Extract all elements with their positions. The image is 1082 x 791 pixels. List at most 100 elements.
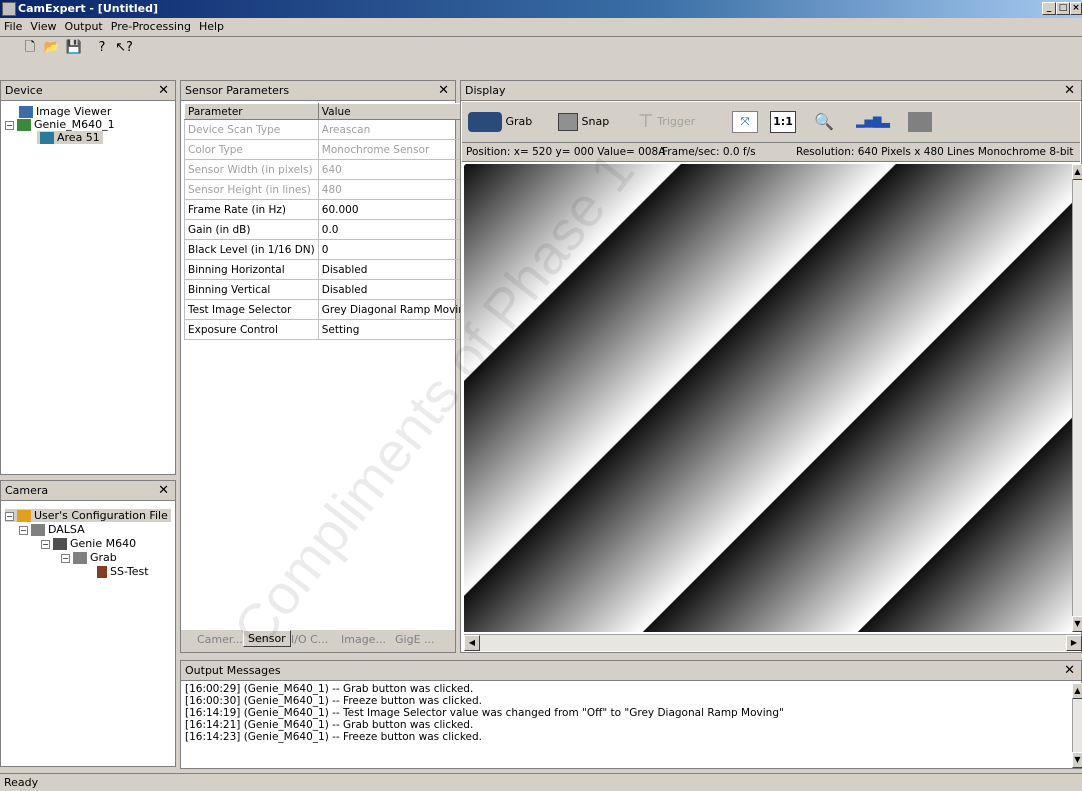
grab-button[interactable]: Grab — [468, 108, 540, 136]
tab-sensor[interactable]: Sensor — [243, 630, 291, 647]
close-icon[interactable]: ✕ — [158, 83, 169, 98]
stop-icon[interactable] — [908, 112, 932, 132]
menu-file[interactable]: File — [0, 18, 26, 35]
parameter-value[interactable]: 0 — [317, 239, 476, 260]
table-row[interactable]: Device Scan Type Areascan — [184, 119, 476, 140]
output-log: [16:00:29] (Genie_M640_1) -- Grab button… — [185, 683, 784, 743]
log-line: [16:14:23] (Genie_M640_1) -- Freeze butt… — [185, 731, 482, 743]
parameter-name: Sensor Width (in pixels) — [184, 159, 319, 180]
display-panel-header: Display ✕ — [461, 81, 1081, 101]
parameter-name: Frame Rate (in Hz) — [184, 199, 319, 220]
output-scrollbar[interactable]: ▲ ▼ — [1072, 683, 1082, 768]
parameter-value[interactable]: 640 — [317, 159, 476, 180]
help-icon[interactable]: ? — [92, 39, 112, 57]
vertical-scrollbar[interactable]: ▲ ▼ — [1072, 164, 1082, 632]
collapse-icon[interactable]: − — [5, 511, 14, 521]
output-panel-header: Output Messages ✕ — [181, 661, 1081, 681]
collapse-icon[interactable]: − — [61, 553, 70, 563]
tab-camera[interactable]: Camer... — [197, 633, 243, 646]
scroll-left-icon[interactable]: ◀ — [464, 635, 480, 651]
table-row[interactable]: Frame Rate (in Hz) 60.000 — [184, 199, 476, 220]
tree-item-ss-test[interactable]: SS-Test — [97, 565, 149, 578]
new-file-icon[interactable]: 🗋 — [20, 39, 40, 57]
maximize-button[interactable]: □ — [1056, 2, 1070, 15]
image-display-area[interactable] — [464, 164, 1072, 632]
parameter-value[interactable]: 0.0 — [317, 219, 476, 240]
tab-gige[interactable]: GigE ... — [395, 633, 435, 646]
tree-item-users-config-file[interactable]: − User's Configuration File — [5, 509, 171, 522]
collapse-icon[interactable]: − — [41, 539, 50, 549]
tree-item-genie-m640-1[interactable]: − Genie_M640_1 — [5, 118, 115, 131]
tab-io-controls[interactable]: I/O C... — [291, 633, 328, 646]
open-folder-icon[interactable]: 📂 — [42, 39, 62, 57]
parameter-value[interactable]: 480 — [317, 179, 476, 200]
parameter-value[interactable]: Grey Diagonal Ramp Moving — [317, 299, 476, 320]
scroll-down-icon[interactable]: ▼ — [1072, 616, 1082, 632]
folder-icon — [73, 552, 87, 564]
context-help-icon[interactable]: ↖? — [114, 39, 134, 57]
close-icon[interactable]: ✕ — [1064, 663, 1075, 678]
sensor-panel-title: Sensor Parameters — [185, 84, 290, 97]
close-icon[interactable]: ✕ — [1064, 83, 1075, 98]
table-row[interactable]: Black Level (in 1/16 DN) 0 — [184, 239, 476, 260]
parameter-value[interactable]: Setting — [317, 319, 476, 340]
table-row[interactable]: Test Image Selector Grey Diagonal Ramp Mo… — [184, 299, 476, 320]
sensor-panel-header: Sensor Parameters ✕ — [181, 81, 455, 101]
tree-item-dalsa[interactable]: − DALSA — [19, 523, 85, 536]
parameter-name: Binning Vertical — [184, 279, 319, 300]
save-icon[interactable]: 💾 — [64, 39, 84, 57]
table-row[interactable]: Binning Vertical Disabled — [184, 279, 476, 300]
main-toolbar: 🗋 📂 💾 ? ↖? — [0, 36, 1082, 72]
scroll-right-icon[interactable]: ▶ — [1066, 635, 1082, 651]
table-row[interactable]: Color Type Monochrome Sensor — [184, 139, 476, 160]
collapse-icon[interactable]: − — [5, 120, 14, 130]
close-icon[interactable]: ✕ — [158, 483, 169, 498]
column-header-parameter[interactable]: Parameter — [184, 103, 319, 120]
tree-item-genie-m640[interactable]: − Genie M640 — [41, 537, 136, 550]
menu-help[interactable]: Help — [195, 18, 228, 35]
tree-item-image-viewer[interactable]: Image Viewer — [19, 105, 111, 118]
actual-size-button[interactable]: 1:1 — [770, 111, 796, 133]
camera-model-icon — [53, 538, 67, 550]
status-text: Ready — [4, 776, 39, 789]
display-panel: Display ✕ Grab Snap ⊤ Trigger ⤧ 1:1 🔍 ▂▅… — [460, 80, 1082, 653]
collapse-icon[interactable]: − — [19, 525, 28, 535]
tree-item-grab[interactable]: − Grab — [61, 551, 117, 564]
status-bar: Ready — [0, 773, 1082, 791]
scroll-up-icon[interactable]: ▲ — [1072, 683, 1082, 699]
menu-view[interactable]: View — [26, 18, 60, 35]
snap-button[interactable]: Snap — [558, 108, 622, 136]
camera-panel: Camera ✕ − User's Configuration File − DAL… — [0, 480, 176, 767]
parameter-value[interactable]: Areascan — [317, 119, 476, 140]
table-row[interactable]: Gain (in dB) 0.0 — [184, 219, 476, 240]
device-icon — [17, 119, 31, 131]
log-line: [16:14:21] (Genie_M640_1) -- Grab button… — [185, 719, 474, 731]
tree-item-area-51[interactable]: Area 51 — [37, 131, 103, 144]
horizontal-scrollbar[interactable]: ◀ ▶ — [464, 634, 1082, 651]
minimize-button[interactable]: _ — [1042, 2, 1056, 15]
histogram-icon[interactable]: ▂▅▇▃ — [856, 111, 890, 133]
scroll-down-icon[interactable]: ▼ — [1072, 752, 1082, 768]
fit-to-screen-icon[interactable]: ⤧ — [732, 111, 758, 133]
parameter-value[interactable]: Disabled — [317, 259, 476, 280]
output-messages-panel: Output Messages ✕ [16:00:29] (Genie_M640… — [180, 660, 1082, 769]
parameter-value[interactable]: 60.000 — [317, 199, 476, 220]
tab-image[interactable]: Image... — [341, 633, 386, 646]
close-button[interactable]: × — [1070, 2, 1082, 15]
title-bar: CamExpert - [Untitled] _ □ × — [0, 0, 1082, 18]
parameter-value[interactable]: Monochrome Sensor — [317, 139, 476, 160]
parameter-value[interactable]: Disabled — [317, 279, 476, 300]
close-icon[interactable]: ✕ — [438, 83, 449, 98]
log-line: [16:14:19] (Genie_M640_1) -- Test Image … — [185, 707, 784, 719]
zoom-icon[interactable]: 🔍 — [812, 108, 836, 136]
menu-output[interactable]: Output — [61, 18, 107, 35]
table-row[interactable]: Sensor Width (in pixels) 640 — [184, 159, 476, 180]
trigger-button[interactable]: ⊤ Trigger — [638, 108, 714, 136]
table-row[interactable]: Binning Horizontal Disabled — [184, 259, 476, 280]
table-row[interactable]: Sensor Height (in lines) 480 — [184, 179, 476, 200]
column-header-value[interactable]: Value — [317, 103, 476, 120]
parameters-table: Parameter Value Device Scan Type Areascan… — [184, 103, 476, 340]
scroll-up-icon[interactable]: ▲ — [1072, 164, 1082, 180]
menu-pre-processing[interactable]: Pre-Processing — [107, 18, 195, 35]
table-row[interactable]: Exposure Control Setting — [184, 319, 476, 340]
